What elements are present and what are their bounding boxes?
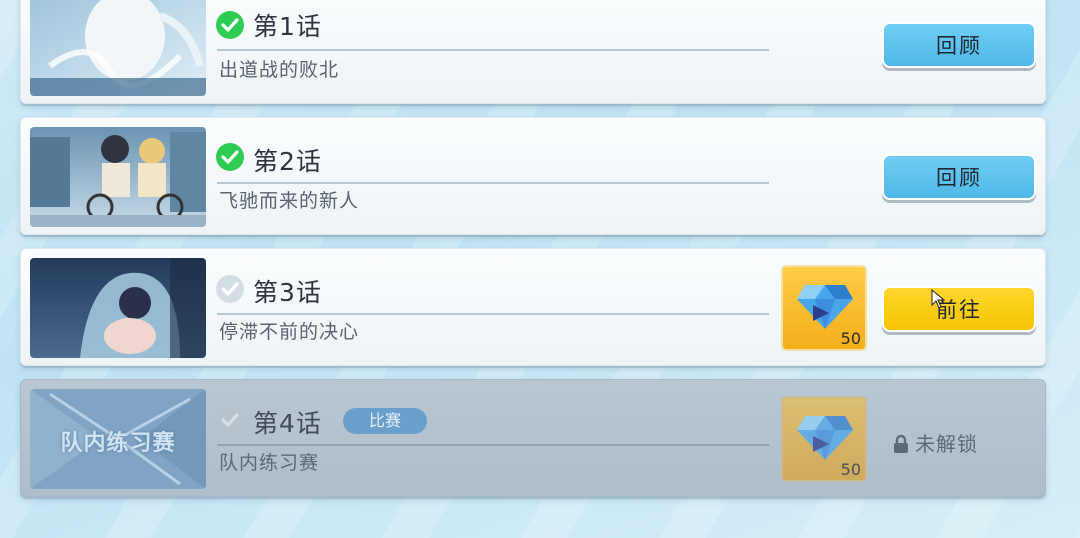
episode-subtitle: 停滞不前的决心 xyxy=(219,321,360,343)
episode-title: 第4话 xyxy=(253,409,322,438)
thumbnail-label: 队内练习赛 xyxy=(60,431,176,456)
reward-quantity: 50 xyxy=(840,460,861,479)
episode-title: 第2话 xyxy=(253,147,322,176)
cursor-icon xyxy=(931,289,945,309)
locked-label: 未解锁 xyxy=(915,432,978,456)
episode-title: 第1话 xyxy=(253,12,322,41)
reward-quantity: 50 xyxy=(840,329,861,348)
episode-3-thumbnail xyxy=(30,258,206,358)
episode-card-2[interactable]: 第2话 飞驰而来的新人 回顾 xyxy=(20,117,1046,235)
gem-icon xyxy=(797,416,853,460)
gem-icon xyxy=(797,285,853,329)
incomplete-check-icon xyxy=(216,275,244,303)
episode-4-thumbnail: 队内练习赛 xyxy=(30,389,206,489)
episode-title: 第3话 xyxy=(253,278,322,307)
lock-icon xyxy=(894,434,908,453)
episode-subtitle: 飞驰而来的新人 xyxy=(219,190,360,212)
completed-check-icon xyxy=(216,11,244,39)
episode-subtitle: 队内练习赛 xyxy=(219,452,320,474)
completed-check-icon xyxy=(216,143,244,171)
go-button[interactable]: 前往 xyxy=(882,286,1036,332)
divider xyxy=(217,444,769,446)
match-tag: 比赛 xyxy=(343,408,427,434)
episode-card-3[interactable]: 第3话 停滞不前的决心 50 前往 xyxy=(20,248,1046,366)
locked-status: 未解锁 xyxy=(893,428,978,457)
episode-card-1[interactable]: 第1话 出道战的败北 回顾 xyxy=(20,0,1046,104)
review-button[interactable]: 回顾 xyxy=(882,154,1036,200)
episode-subtitle: 出道战的败北 xyxy=(219,59,340,81)
divider xyxy=(217,313,769,315)
gem-reward: 50 xyxy=(781,265,867,351)
divider xyxy=(217,49,769,51)
incomplete-check-icon xyxy=(216,406,244,434)
episode-1-thumbnail xyxy=(30,0,206,96)
review-button[interactable]: 回顾 xyxy=(882,22,1036,68)
gem-reward: 50 xyxy=(781,396,867,482)
episode-card-4: 队内练习赛 第4话 比赛 队内练习赛 50 未解锁 xyxy=(20,379,1046,497)
footer-strip xyxy=(0,520,1080,538)
divider xyxy=(217,182,769,184)
episode-2-thumbnail xyxy=(30,127,206,227)
